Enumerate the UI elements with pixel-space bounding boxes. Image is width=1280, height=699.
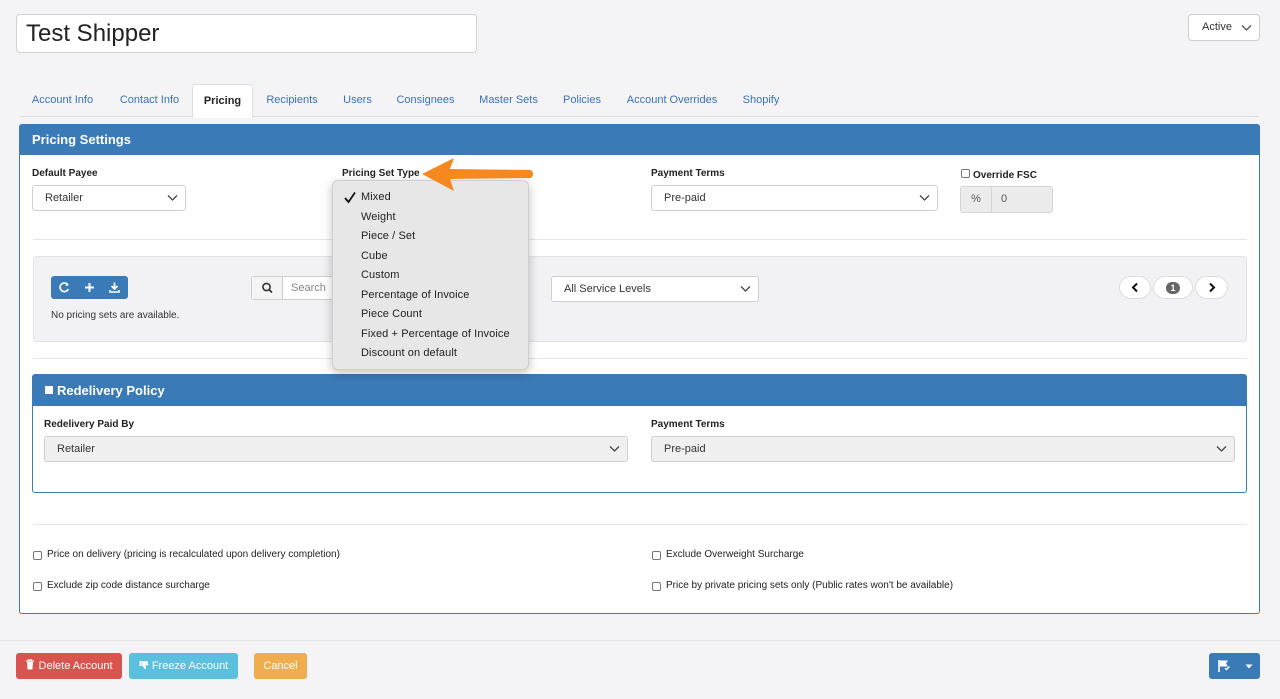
flag-icon	[1218, 660, 1230, 672]
status-value: Active	[1202, 21, 1232, 33]
tab-account-info[interactable]: Account Info	[24, 84, 101, 117]
tab-contact-info[interactable]: Contact Info	[111, 84, 188, 117]
chevron-down-icon	[1241, 24, 1252, 31]
redelivery-paid-by-value: Retailer	[57, 443, 95, 455]
download-button[interactable]	[102, 276, 127, 299]
exclude-zip-checkbox[interactable]	[33, 582, 42, 591]
menu-item-fixed-percentage[interactable]: Fixed + Percentage of Invoice	[361, 328, 510, 340]
price-on-delivery-label: Price on delivery (pricing is recalculat…	[47, 549, 340, 560]
menu-item-percentage-of-invoice[interactable]: Percentage of Invoice	[361, 289, 470, 301]
default-payee-label: Default Payee	[32, 168, 98, 179]
save-split-button[interactable]	[1209, 653, 1260, 679]
search-field: Search	[251, 276, 341, 300]
private-pricing-only-label: Price by private pricing sets only (Publ…	[666, 580, 954, 591]
payment-terms-value: Pre-paid	[664, 192, 706, 204]
download-icon	[109, 282, 120, 293]
divider	[33, 524, 1247, 525]
menu-item-custom[interactable]: Custom	[361, 269, 400, 281]
menu-item-piece-count[interactable]: Piece Count	[361, 308, 422, 320]
pricing-set-type-label: Pricing Set Type	[342, 168, 420, 179]
callout-arrow-icon	[422, 158, 533, 191]
caret-down-icon	[1245, 664, 1253, 669]
redelivery-policy-header: Redelivery Policy	[33, 375, 1246, 406]
page-number: 1	[1166, 282, 1180, 294]
chevron-down-icon	[167, 195, 178, 201]
next-page-button[interactable]	[1195, 276, 1228, 299]
menu-item-cube[interactable]: Cube	[361, 250, 388, 262]
tab-policies[interactable]: Policies	[557, 84, 607, 117]
menu-item-piece-set[interactable]: Piece / Set	[361, 230, 415, 242]
menu-item-discount-on-default[interactable]: Discount on default	[361, 347, 457, 359]
redelivery-payment-terms-value: Pre-paid	[664, 443, 706, 455]
redelivery-paid-by-label: Redelivery Paid By	[44, 419, 135, 430]
pricing-sets-toolbar	[51, 276, 128, 299]
fsc-input[interactable]: 0	[1001, 187, 1007, 212]
pricing-settings-title: Pricing Settings	[20, 125, 1259, 155]
tab-pricing[interactable]: Pricing	[192, 84, 253, 118]
search-input[interactable]: Search	[291, 277, 326, 299]
redelivery-payment-terms-select[interactable]: Pre-paid	[651, 436, 1235, 462]
footer-divider	[0, 640, 1280, 641]
divider	[33, 239, 1247, 240]
freeze-account-label: Freeze Account	[151, 660, 229, 672]
fsc-input-group: % 0	[960, 186, 1053, 213]
plus-icon	[85, 283, 94, 292]
exclude-overweight-checkbox[interactable]	[652, 551, 661, 560]
redelivery-policy-title: Redelivery Policy	[57, 383, 165, 398]
menu-item-weight[interactable]: Weight	[361, 211, 396, 223]
no-pricing-sets-message: No pricing sets are available.	[51, 310, 180, 321]
trash-icon	[26, 659, 35, 670]
menu-item-mixed[interactable]: Mixed	[361, 191, 391, 203]
tab-recipients[interactable]: Recipients	[260, 84, 324, 117]
chevron-down-icon	[740, 286, 751, 292]
chevron-right-icon	[1209, 282, 1216, 293]
service-levels-select[interactable]: All Service Levels	[551, 276, 759, 302]
chevron-down-icon	[1216, 446, 1227, 452]
cancel-button[interactable]: Cancel	[254, 653, 307, 679]
pricing-set-type-menu: Mixed Weight Piece / Set Cube Custom Per…	[332, 180, 529, 370]
exclude-overweight-label: Exclude Overweight Surcharge	[666, 549, 804, 560]
redelivery-payment-terms-label: Payment Terms	[651, 419, 725, 430]
checkmark-icon	[344, 191, 356, 204]
page-indicator[interactable]: 1	[1153, 276, 1193, 299]
payment-terms-select[interactable]: Pre-paid	[651, 185, 938, 211]
refresh-icon	[59, 282, 70, 293]
chevron-down-icon	[609, 446, 620, 452]
private-pricing-only-checkbox[interactable]	[652, 582, 661, 591]
tab-consignees[interactable]: Consignees	[390, 84, 461, 117]
default-payee-select[interactable]: Retailer	[32, 185, 186, 211]
refresh-button[interactable]	[52, 276, 77, 299]
redelivery-paid-by-select[interactable]: Retailer	[44, 436, 628, 462]
chevron-left-icon	[1131, 282, 1138, 293]
default-payee-value: Retailer	[45, 192, 83, 204]
price-on-delivery-checkbox[interactable]	[33, 551, 42, 560]
search-addon	[252, 277, 283, 299]
tab-shopify[interactable]: Shopify	[736, 84, 786, 117]
cancel-label: Cancel	[263, 660, 298, 672]
divider	[33, 358, 1247, 359]
override-fsc-checkbox[interactable]	[961, 169, 970, 178]
tab-master-sets[interactable]: Master Sets	[474, 84, 543, 117]
account-name-input[interactable]: Test Shipper	[16, 14, 477, 53]
tab-users[interactable]: Users	[338, 84, 377, 117]
delete-account-label: Delete Account	[38, 660, 113, 672]
service-levels-value: All Service Levels	[564, 283, 651, 295]
redelivery-policy-panel: Redelivery Policy	[32, 374, 1247, 493]
percent-addon: %	[961, 187, 992, 212]
search-icon	[262, 282, 273, 294]
thumbs-down-icon	[139, 661, 149, 669]
override-fsc-label: Override FSC	[973, 170, 1037, 181]
account-tabs: Account Info Contact Info Pricing Recipi…	[20, 84, 1259, 118]
freeze-account-button[interactable]: Freeze Account	[129, 653, 238, 679]
tab-account-overrides[interactable]: Account Overrides	[620, 84, 724, 117]
add-pricing-set-button[interactable]	[77, 276, 102, 299]
pricing-settings-panel: Pricing Settings	[19, 124, 1260, 614]
status-select[interactable]: Active	[1188, 14, 1260, 41]
chevron-down-icon	[919, 195, 930, 201]
prev-page-button[interactable]	[1119, 276, 1151, 299]
payment-terms-label: Payment Terms	[651, 168, 725, 179]
exclude-zip-label: Exclude zip code distance surcharge	[47, 580, 210, 591]
redelivery-policy-checkbox[interactable]	[45, 386, 53, 394]
delete-account-button[interactable]: Delete Account	[16, 653, 122, 679]
